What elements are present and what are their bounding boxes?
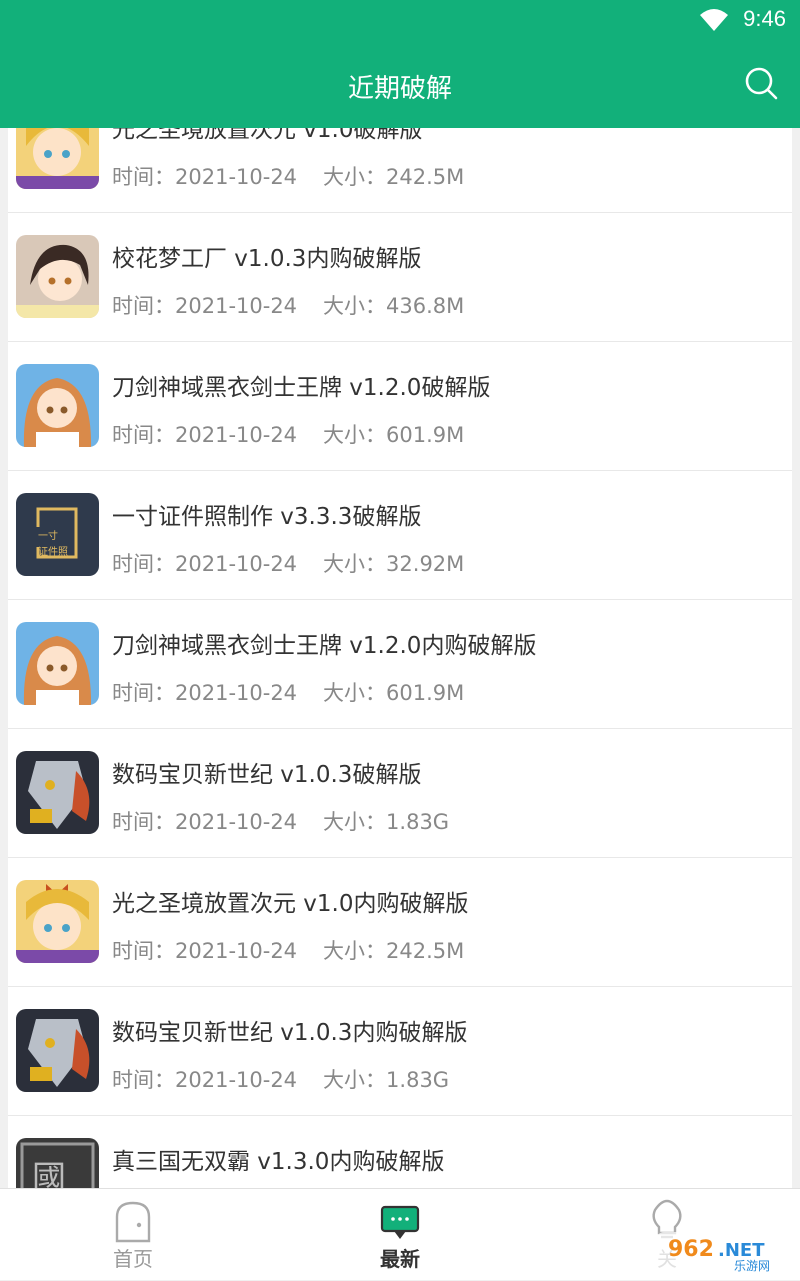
item-size: 436.8M bbox=[386, 294, 465, 318]
item-meta: 时间：2021-10-24 大小：601.9M bbox=[112, 419, 464, 449]
item-meta: 时间：2021-10-24 大小：1.83G bbox=[112, 806, 449, 836]
search-icon[interactable] bbox=[744, 66, 778, 100]
item-size: 601.9M bbox=[386, 423, 465, 447]
item-name: 刀剑神域黑衣剑士王牌 v1.2.0破解版 bbox=[112, 375, 491, 401]
item-name: 一寸证件照制作 v3.3.3破解版 bbox=[112, 504, 422, 530]
nav-latest-label: 最新 bbox=[380, 1247, 420, 1271]
anime-girl-gold-icon bbox=[16, 128, 99, 189]
time-label: 时间： bbox=[112, 1068, 175, 1092]
item-size: 242.5M bbox=[386, 165, 465, 189]
time-label: 时间： bbox=[112, 552, 175, 576]
list-item[interactable]: 光之圣境放置次元 v1.0内购破解版 时间：2021-10-24 大小：242.5… bbox=[8, 858, 792, 987]
svg-text:证件照: 证件照 bbox=[38, 546, 68, 558]
svg-text:.NET: .NET bbox=[718, 1240, 765, 1261]
item-meta: 时间：2021-10-24 大小：436.8M bbox=[112, 290, 464, 320]
size-label: 大小： bbox=[323, 810, 387, 834]
home-icon bbox=[115, 1201, 151, 1243]
item-size: 242.5M bbox=[386, 939, 465, 963]
item-time: 2021-10-24 bbox=[175, 552, 298, 576]
item-name: 刀剑神域黑衣剑士王牌 v1.2.0内购破解版 bbox=[112, 633, 537, 659]
three-kingdoms-icon: 國 bbox=[16, 1138, 99, 1188]
nav-home[interactable]: 首页 bbox=[0, 1189, 266, 1281]
item-time: 2021-10-24 bbox=[175, 810, 298, 834]
time-label: 时间： bbox=[112, 423, 175, 447]
time-label: 时间： bbox=[112, 939, 175, 963]
asuna-icon bbox=[16, 364, 99, 447]
nav-latest[interactable]: 最新 bbox=[267, 1189, 533, 1281]
size-label: 大小： bbox=[323, 939, 387, 963]
svg-text:乐游网: 乐游网 bbox=[734, 1259, 770, 1273]
status-bar: 9:46 bbox=[0, 0, 800, 40]
item-name: 真三国无双霸 v1.3.0内购破解版 bbox=[112, 1149, 445, 1175]
item-meta: 时间：2021-10-24 大小：601.9M bbox=[112, 677, 464, 707]
list-item[interactable]: 刀剑神域黑衣剑士王牌 v1.2.0破解版 时间：2021-10-24 大小：601… bbox=[8, 342, 792, 471]
size-label: 大小： bbox=[323, 1068, 387, 1092]
svg-text:962: 962 bbox=[668, 1237, 714, 1262]
size-label: 大小： bbox=[323, 294, 387, 318]
anime-girl-dark-hair-icon bbox=[16, 235, 99, 318]
svg-text:國: 國 bbox=[32, 1159, 66, 1188]
time-label: 时间： bbox=[112, 165, 175, 189]
anime-girl-gold-icon bbox=[16, 880, 99, 963]
page-title: 近期破解 bbox=[347, 74, 452, 104]
time-label: 时间： bbox=[112, 810, 175, 834]
list-item[interactable]: 國 真三国无双霸 v1.3.0内购破解版 bbox=[8, 1116, 792, 1188]
item-time: 2021-10-24 bbox=[175, 294, 298, 318]
item-time: 2021-10-24 bbox=[175, 423, 298, 447]
size-label: 大小： bbox=[323, 165, 387, 189]
time-label: 时间： bbox=[112, 681, 175, 705]
item-size: 601.9M bbox=[386, 681, 465, 705]
size-label: 大小： bbox=[323, 552, 387, 576]
wifi-icon bbox=[700, 9, 728, 31]
item-size: 1.83G bbox=[386, 810, 450, 834]
time-label: 时间： bbox=[112, 294, 175, 318]
item-time: 2021-10-24 bbox=[175, 939, 298, 963]
size-label: 大小： bbox=[323, 423, 387, 447]
list-item[interactable]: 刀剑神域黑衣剑士王牌 v1.2.0内购破解版 时间：2021-10-24 大小：6… bbox=[8, 600, 792, 729]
list-item[interactable]: 数码宝贝新世纪 v1.0.3破解版 时间：2021-10-24 大小：1.83G bbox=[8, 729, 792, 858]
item-time: 2021-10-24 bbox=[175, 1068, 298, 1092]
item-size: 32.92M bbox=[386, 552, 465, 576]
latest-icon bbox=[380, 1205, 420, 1239]
status-time: 9:46 bbox=[743, 6, 786, 31]
item-name: 数码宝贝新世纪 v1.0.3破解版 bbox=[112, 762, 422, 788]
item-size: 1.83G bbox=[386, 1068, 450, 1092]
app-list: 光之圣境放置次元 v1.0破解版 时间：2021-10-24 大小：242.5M … bbox=[8, 128, 792, 1188]
nav-home-label: 首页 bbox=[113, 1247, 153, 1271]
item-meta: 时间：2021-10-24 大小：32.92M bbox=[112, 548, 464, 578]
list-item[interactable]: 数码宝贝新世纪 v1.0.3内购破解版 时间：2021-10-24 大小：1.83… bbox=[8, 987, 792, 1116]
item-name: 校花梦工厂 v1.0.3内购破解版 bbox=[112, 246, 422, 272]
item-name: 数码宝贝新世纪 v1.0.3内购破解版 bbox=[112, 1020, 468, 1046]
size-label: 大小： bbox=[323, 681, 387, 705]
asuna-icon bbox=[16, 622, 99, 705]
item-meta: 时间：2021-10-24 大小：1.83G bbox=[112, 1064, 449, 1094]
svg-text:一寸: 一寸 bbox=[38, 529, 58, 542]
list-item[interactable]: 光之圣境放置次元 v1.0破解版 时间：2021-10-24 大小：242.5M bbox=[8, 128, 792, 213]
list-item[interactable]: 校花梦工厂 v1.0.3内购破解版 时间：2021-10-24 大小：436.8M bbox=[8, 213, 792, 342]
item-name: 光之圣境放置次元 v1.0内购破解版 bbox=[112, 891, 469, 917]
digimon-icon bbox=[16, 751, 99, 834]
app-bar: 近期破解 bbox=[0, 40, 800, 128]
item-time: 2021-10-24 bbox=[175, 165, 298, 189]
id-photo-icon: 一寸 证件照 bbox=[16, 493, 99, 576]
item-meta: 时间：2021-10-24 大小：242.5M bbox=[112, 935, 464, 965]
site-watermark-logo: 962 .NET 乐游网 bbox=[656, 1232, 796, 1273]
list-item[interactable]: 一寸 证件照 一寸证件照制作 v3.3.3破解版 时间：2021-10-24 大小… bbox=[8, 471, 792, 600]
digimon-icon bbox=[16, 1009, 99, 1092]
item-meta: 时间：2021-10-24 大小：242.5M bbox=[112, 161, 464, 191]
item-name: 光之圣境放置次元 v1.0破解版 bbox=[112, 128, 423, 143]
item-time: 2021-10-24 bbox=[175, 681, 298, 705]
